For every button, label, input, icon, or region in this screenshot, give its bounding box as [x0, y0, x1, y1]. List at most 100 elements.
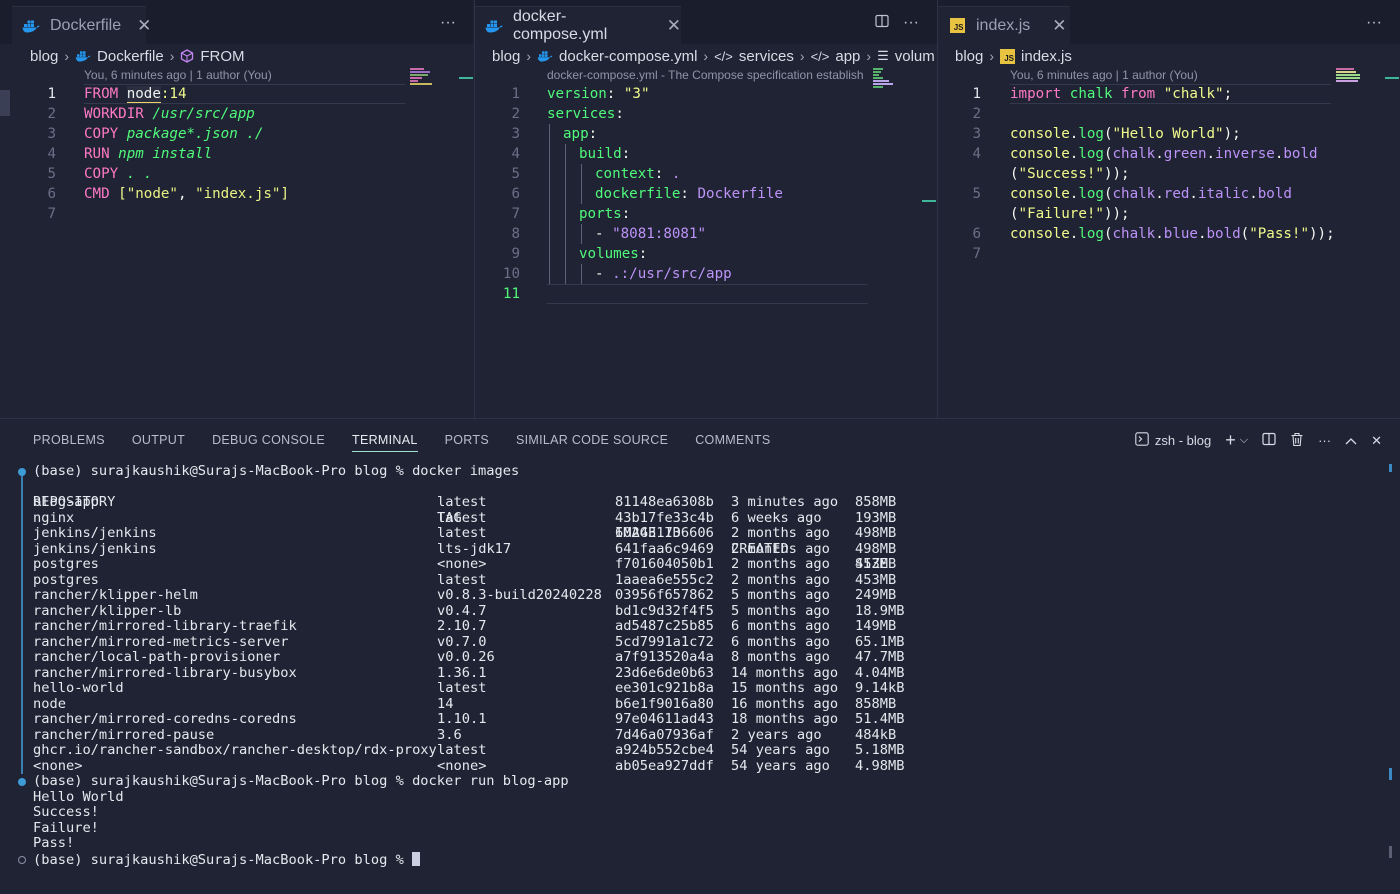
code-line: COPY . .	[84, 166, 153, 182]
docker-icon	[537, 50, 553, 62]
split-terminal-icon[interactable]	[1262, 432, 1276, 449]
table-row: rancher/mirrored-library-busybox 1.36.1 23…	[0, 664, 1400, 682]
terminal-prompt: (base) surajkaushik@Surajs-MacBook-Pro b…	[33, 773, 569, 789]
code-line: volumes:	[579, 246, 648, 262]
cell-tag: latest	[437, 680, 487, 696]
close-panel-icon[interactable]: ✕	[1371, 433, 1382, 449]
breadcrumb-item[interactable]: app	[835, 48, 860, 65]
terminal-prompt: (base) surajkaushik@Surajs-MacBook-Pro b…	[33, 851, 421, 869]
more-actions-icon[interactable]: ···	[440, 14, 456, 32]
scrollbar-marker	[1389, 464, 1392, 472]
editor-dockerfile[interactable]: Dockerfile ✕ ··· blog › Dockerfile › FRO…	[0, 0, 473, 418]
cell-tag: v0.4.7	[437, 602, 487, 619]
terminal-selector[interactable]: zsh - blog	[1155, 433, 1211, 448]
cell-image-id: ee301c921b8a	[615, 680, 714, 696]
cell-tag: latest	[437, 571, 487, 588]
editor-docker-compose[interactable]: docker-compose.yml ✕ ··· blog › docker-c…	[475, 0, 937, 418]
code-area[interactable]: 1 FROM node:14 2 WORKDIR /usr/src/app 3 COP…	[0, 84, 473, 224]
new-terminal-icon[interactable]: +	[1225, 430, 1236, 451]
js-icon: JS	[948, 18, 966, 34]
line-number: 4	[47, 146, 56, 162]
line-number: 7	[972, 246, 981, 262]
table-row: postgres latest 1aaea6e555c2 2 months ago 45…	[0, 571, 1400, 589]
close-icon[interactable]: ✕	[667, 16, 681, 36]
line-number: 11	[502, 286, 520, 302]
breadcrumb-item[interactable]: index.js	[1021, 48, 1072, 65]
scrollbar-marker	[1385, 77, 1399, 79]
command-success-icon[interactable]	[18, 468, 26, 476]
code-line: CMD ["node", "index.js"]	[84, 186, 290, 202]
table-row: nginx latest 43b17fe33c4b 6 weeks ago 193MB	[0, 509, 1400, 527]
table-row: rancher/mirrored-coredns-coredns 1.10.1 97…	[0, 711, 1400, 728]
code-area[interactable]: 1 import chalk from "chalk"; 2 3 console.l…	[938, 84, 1400, 264]
tab-ports[interactable]: PORTS	[445, 433, 489, 452]
cell-size: 5.18MB	[855, 742, 905, 758]
tab-comments[interactable]: COMMENTS	[695, 433, 770, 452]
table-header-row: REPOSITORY TAG IMAGE ID CREATED SIZE	[0, 480, 1400, 571]
more-actions-icon[interactable]: ···	[903, 14, 919, 32]
tab-output[interactable]: OUTPUT	[132, 433, 185, 452]
code-line: console.log(chalk.red.italic.bold	[1010, 186, 1292, 202]
line-number: 6	[511, 186, 520, 202]
cell-image-id: 641faa6c9469	[615, 540, 714, 557]
trash-icon[interactable]	[1290, 432, 1304, 450]
breadcrumb-item[interactable]: blog	[955, 48, 983, 65]
list-symbol-icon: ☰	[877, 48, 889, 63]
chevron-down-icon[interactable]: ⌵	[1240, 434, 1248, 447]
tab-label: docker-compose.yml	[513, 7, 608, 43]
command-pending-icon[interactable]	[18, 855, 26, 864]
chevron-right-icon: ›	[866, 48, 872, 64]
more-actions-icon[interactable]: ···	[1366, 14, 1382, 32]
cell-created: 14 months ago	[731, 664, 839, 681]
tab-docker-compose[interactable]: docker-compose.yml ✕	[475, 6, 681, 44]
cell-repository: ghcr.io/rancher-sandbox/rancher-desktop/…	[33, 742, 437, 758]
line-number: 6	[47, 186, 56, 202]
tab-index-js[interactable]: JS index.js ✕	[938, 6, 1070, 44]
breadcrumb-item[interactable]: blog	[492, 48, 520, 65]
terminal-output[interactable]: (base) surajkaushik@Surajs-MacBook-Pro b…	[0, 463, 1400, 869]
cell-repository: rancher/mirrored-library-busybox	[33, 664, 297, 681]
cell-image-id: 03956f657862	[615, 587, 714, 603]
blame-annotation: You, 6 minutes ago | 1 author (You)	[1010, 68, 1198, 82]
line-number: 5	[47, 166, 56, 182]
close-icon[interactable]: ✕	[137, 16, 151, 36]
terminal-scrollbar[interactable]	[1389, 846, 1392, 858]
line-number: 2	[972, 106, 981, 122]
tab-problems[interactable]: PROBLEMS	[33, 433, 105, 452]
more-actions-icon[interactable]: ···	[1318, 433, 1331, 448]
breadcrumb-item[interactable]: Dockerfile	[97, 48, 164, 65]
table-row: rancher/klipper-helm v0.8.3-build20240228…	[0, 587, 1400, 604]
cell-created: 15 months ago	[731, 680, 839, 696]
panel-actions: zsh - blog + ⌵ ··· ✕	[1135, 430, 1382, 451]
cell-repository: nginx	[33, 509, 75, 526]
cell-tag: <none>	[437, 556, 487, 572]
code-area[interactable]: 1 version: "3" 2 services: 3 app: 4 build: 5…	[475, 84, 937, 304]
cell-repository: rancher/klipper-lb	[33, 602, 182, 619]
command-success-icon[interactable]	[18, 778, 26, 786]
line-number: 7	[47, 206, 56, 222]
breadcrumb-item[interactable]: docker-compose.yml	[559, 48, 697, 65]
breadcrumb-item[interactable]: volum	[895, 48, 935, 65]
cell-size: 484kB	[855, 726, 897, 743]
terminal-icon	[1135, 432, 1149, 449]
split-editor-icon[interactable]	[875, 14, 889, 33]
line-number: 6	[972, 226, 981, 242]
table-row: <none> <none> ab05ea927ddf 54 years ago 4.98…	[0, 757, 1400, 775]
tab-terminal[interactable]: TERMINAL	[352, 433, 418, 452]
line-number: 2	[511, 106, 520, 122]
tab-dockerfile[interactable]: Dockerfile ✕	[12, 6, 151, 44]
tab-similar-code-source[interactable]: SIMILAR CODE SOURCE	[516, 433, 668, 452]
maximize-panel-icon[interactable]	[1345, 433, 1357, 448]
table-row: jenkins/jenkins latest 602431736606 2 month…	[0, 525, 1400, 542]
breadcrumb-item[interactable]: FROM	[200, 48, 244, 65]
cell-image-id: 7d46a07936af	[615, 726, 714, 743]
code-line: app:	[563, 126, 598, 142]
breadcrumb-item[interactable]: blog	[30, 48, 58, 65]
breadcrumb-item[interactable]: services	[739, 48, 794, 65]
cell-image-id: ab05ea927ddf	[615, 757, 714, 774]
cell-image-id: a924b552cbe4	[615, 742, 714, 758]
cell-image-id: 81148ea6308b	[615, 494, 714, 510]
tab-debug-console[interactable]: DEBUG CONSOLE	[212, 433, 325, 452]
editor-index-js[interactable]: JS index.js ✕ ··· blog › JS index.js You…	[938, 0, 1400, 418]
close-icon[interactable]: ✕	[1052, 16, 1066, 36]
